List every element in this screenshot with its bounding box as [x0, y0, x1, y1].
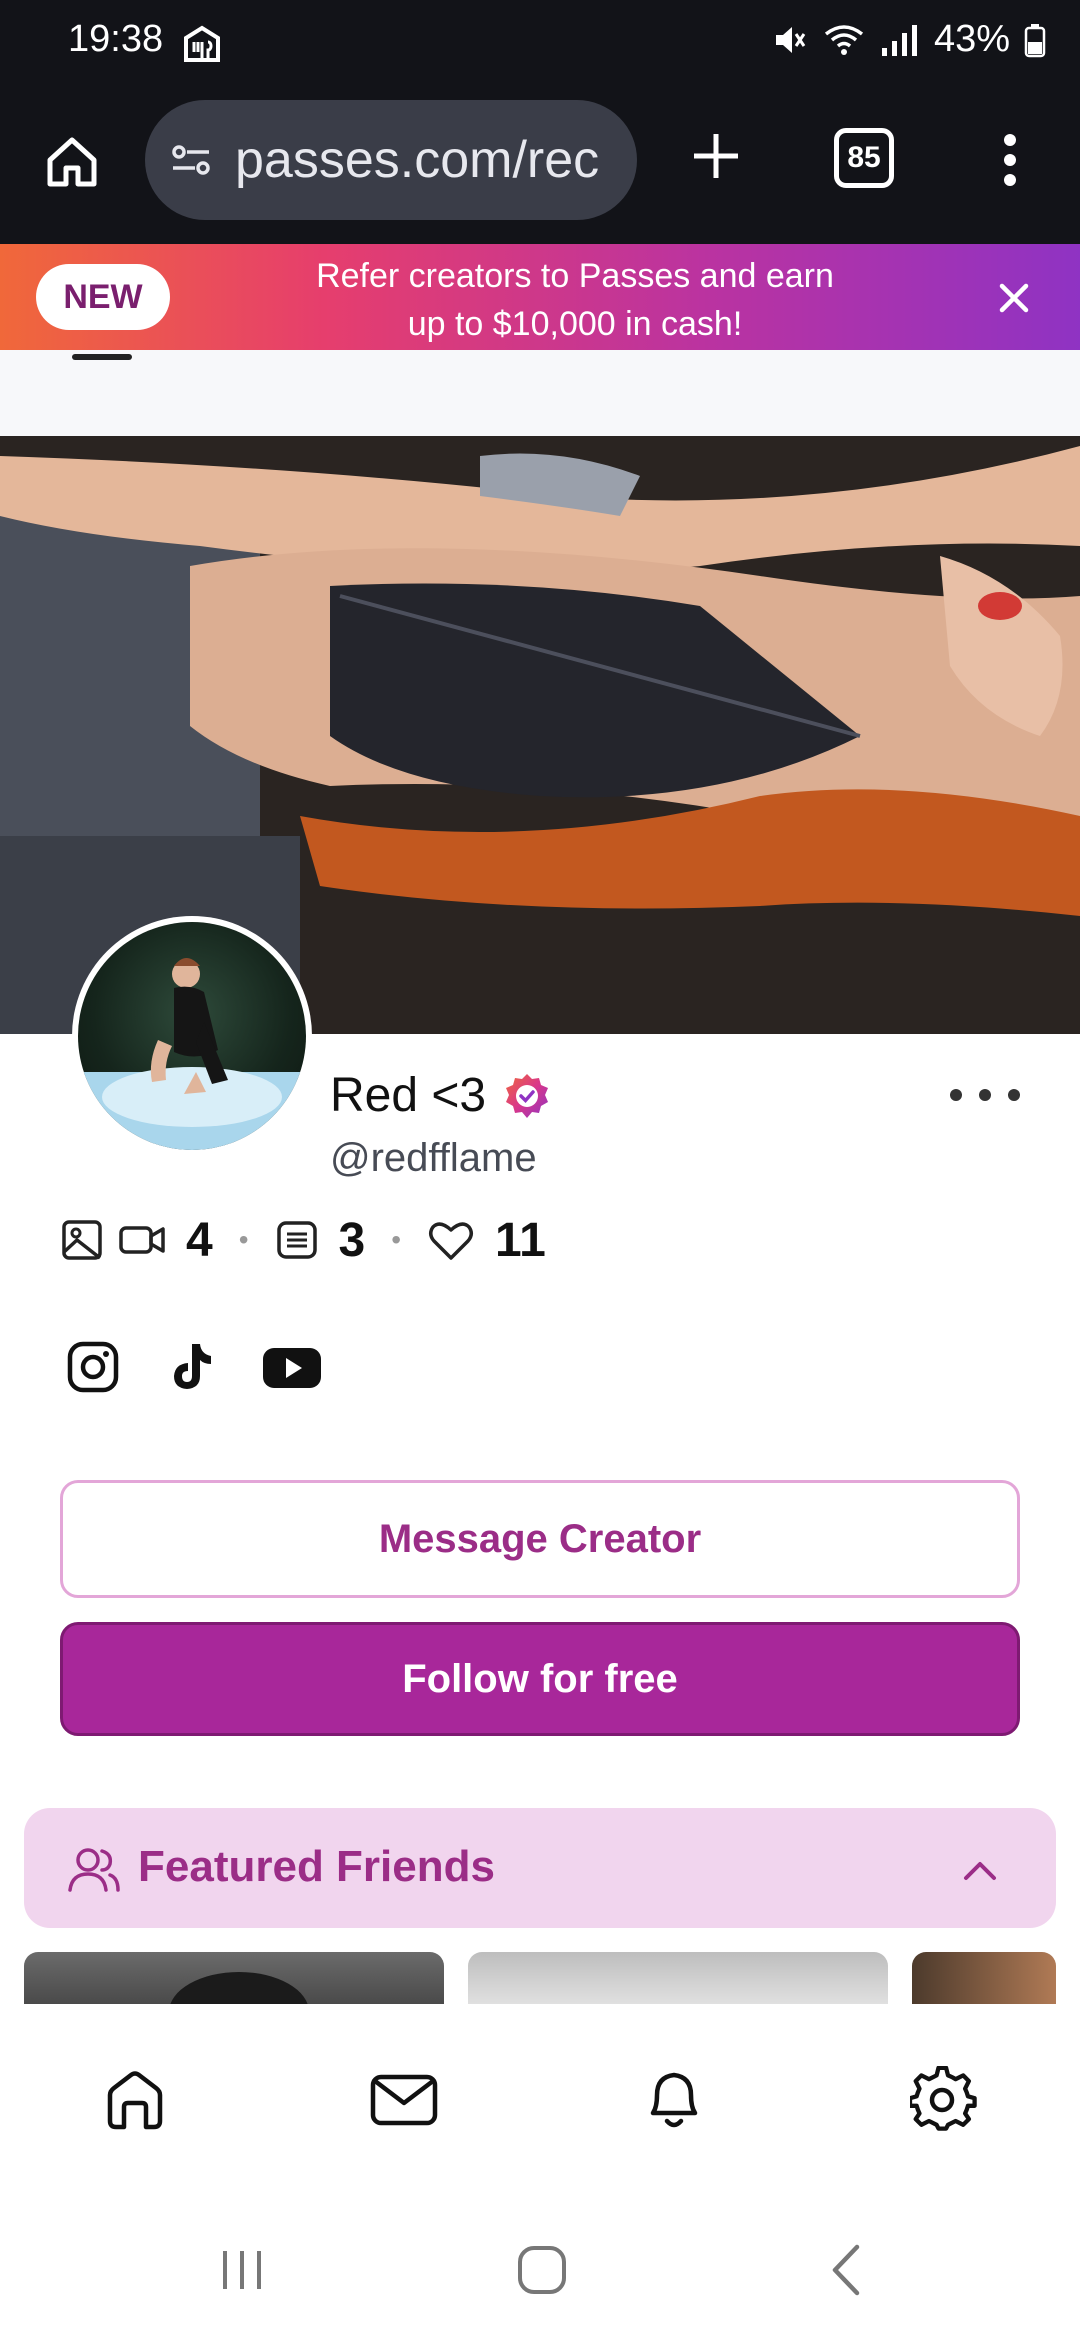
stat-separator: • [391, 1224, 402, 1255]
tab-switcher-button[interactable]: 85 [834, 128, 894, 188]
close-icon [999, 283, 1029, 313]
mute-icon [775, 26, 806, 53]
recents-button[interactable] [212, 2240, 272, 2300]
url-text: passes.com/rec [235, 131, 600, 189]
home-icon [47, 137, 97, 187]
instagram-icon[interactable] [66, 1340, 120, 1394]
creator-name: Red <3 [330, 1069, 487, 1122]
bell-icon [650, 2072, 698, 2128]
follow-button[interactable]: Follow for free [60, 1622, 1020, 1736]
promo-close-button[interactable] [992, 276, 1036, 320]
featured-friend-card[interactable] [468, 1952, 888, 2004]
new-badge: NEW [36, 264, 170, 330]
creator-avatar[interactable] [72, 916, 312, 1156]
battery-icon [1024, 23, 1046, 57]
more-vertical-icon [1004, 134, 1016, 186]
signal-icon [881, 24, 917, 56]
browser-menu-button[interactable] [980, 120, 1040, 200]
avatar-photo [78, 922, 306, 1150]
more-dot [1008, 1089, 1020, 1101]
stat-separator: • [238, 1224, 249, 1255]
friend-photo [170, 1972, 308, 2004]
plus-icon [694, 134, 738, 178]
browser-home-button[interactable] [36, 126, 108, 198]
browser-toolbar: passes.com/rec 85 [0, 84, 1080, 244]
featured-friend-card[interactable] [24, 1952, 444, 2004]
heart-icon [429, 1222, 474, 1260]
back-icon [832, 2244, 860, 2296]
active-tab-indicator [72, 354, 132, 360]
url-bar[interactable]: passes.com/rec [145, 100, 637, 220]
featured-friends-title: Featured Friends [138, 1842, 495, 1891]
tiktok-icon[interactable] [164, 1340, 218, 1394]
likes-count: 11 [495, 1213, 546, 1267]
home-circle-icon [518, 2246, 566, 2294]
profile-more-options-button[interactable] [950, 1080, 1020, 1110]
referral-promo-banner[interactable]: NEW Refer creators to Passes and earn up… [0, 244, 1080, 350]
promo-text-line-1: Refer creators to Passes and earn [316, 257, 834, 295]
promo-text: Refer creators to Passes and earn up to … [240, 252, 910, 348]
posts-icon [276, 1221, 317, 1259]
new-tab-button[interactable] [680, 120, 752, 192]
avatar-illustration [78, 958, 306, 1150]
featured-friends-header[interactable]: Featured Friends [24, 1808, 1056, 1928]
app-notification-icon [184, 25, 220, 62]
creator-name-row: Red <3 [330, 1068, 552, 1123]
settings-icon [910, 2066, 977, 2131]
profile-tab-strip [0, 350, 1080, 436]
promo-text-line-2: up to $10,000 in cash! [407, 305, 743, 343]
creator-handle: @redfflame [330, 1136, 537, 1180]
bottom-navigation [0, 2004, 1080, 2196]
nav-notifications-button[interactable] [638, 2064, 710, 2136]
video-icon [119, 1226, 165, 1254]
nav-settings-button[interactable] [908, 2064, 980, 2136]
status-time: 19:38 [68, 18, 164, 60]
creator-stats-row: 4 • 3 • 11 [60, 1210, 546, 1270]
verified-badge-icon [506, 1073, 549, 1118]
home-icon [107, 2071, 163, 2130]
system-back-button[interactable] [818, 2240, 878, 2300]
youtube-icon[interactable] [262, 1340, 322, 1394]
more-dot [950, 1089, 962, 1101]
social-links [66, 1340, 322, 1394]
media-count: 4 [186, 1213, 213, 1267]
users-icon [68, 1848, 120, 1892]
mail-icon [370, 2074, 438, 2126]
nav-home-button[interactable] [99, 2064, 171, 2136]
message-creator-button[interactable]: Message Creator [60, 1480, 1020, 1598]
battery-percent: 43% [933, 18, 1010, 60]
recents-icon [223, 2251, 261, 2289]
more-dot [979, 1089, 991, 1101]
site-settings-icon[interactable] [167, 136, 215, 184]
featured-friend-card[interactable] [912, 1952, 1056, 2004]
system-navigation-bar [0, 2196, 1080, 2340]
wifi-icon [824, 24, 864, 55]
posts-count: 3 [338, 1213, 366, 1267]
status-bar: 19:38 43% [0, 0, 1080, 84]
nav-messages-button[interactable] [368, 2064, 440, 2136]
status-right: 43% [772, 18, 1046, 61]
image-icon [62, 1220, 102, 1260]
chevron-up-icon[interactable] [958, 1848, 1002, 1892]
system-home-button[interactable] [512, 2240, 572, 2300]
